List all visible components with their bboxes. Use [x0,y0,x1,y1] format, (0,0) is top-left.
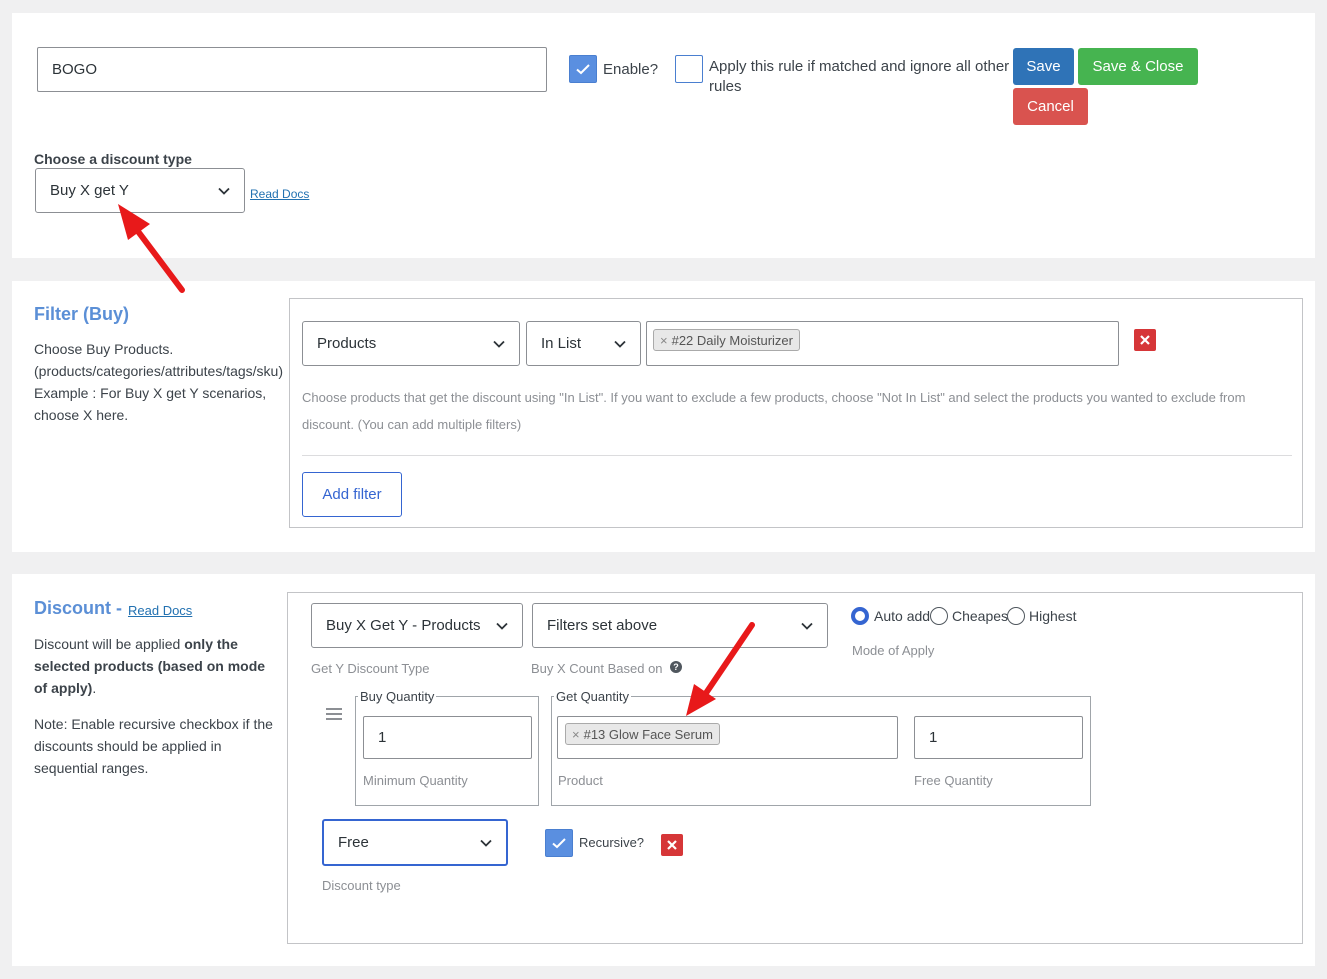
discount-panel: Discount - Read Docs Discount will be ap… [12,574,1315,966]
count-based-help: Buy X Count Based on [531,661,663,676]
discount-desc-suffix: . [92,680,97,696]
discount-note: Note: Enable recursive checkbox if the d… [34,716,273,776]
add-filter-button[interactable]: Add filter [302,472,402,517]
discount-type-label: Choose a discount type [34,151,192,167]
buy-quantity-input[interactable]: 1 [363,716,532,759]
free-quantity-help: Free Quantity [914,773,993,788]
remove-tag-icon[interactable]: × [660,333,668,348]
get-product-input[interactable]: × #13 Glow Face Serum [557,716,898,759]
get-y-type-value: Buy X Get Y - Products [326,617,481,634]
product-tag[interactable]: × #13 Glow Face Serum [565,723,720,745]
filter-type-value: Products [317,335,377,352]
product-tag-label: #13 Glow Face Serum [583,726,713,742]
exclusive-checkbox[interactable] [675,55,703,83]
discount-title: Discount - [34,598,122,618]
enable-checkbox[interactable] [569,55,597,83]
buy-quantity-help: Minimum Quantity [363,773,468,788]
count-based-select[interactable]: Filters set above [532,603,828,648]
enable-label: Enable? [603,61,659,78]
filter-description: Choose Buy Products. (products/categorie… [34,338,289,426]
divider [302,455,1292,456]
chevron-down-icon [801,622,813,630]
discount-description: Discount will be applied only the select… [34,633,274,699]
remove-tag-icon[interactable]: × [572,727,580,742]
discount-type-value: Free [338,834,369,851]
get-y-type-select[interactable]: Buy X Get Y - Products [311,603,523,648]
filter-products-input[interactable]: × #22 Daily Moisturizer [646,321,1119,366]
get-y-type-help: Get Y Discount Type [311,661,430,676]
check-icon [552,838,566,849]
recursive-checkbox[interactable] [545,829,573,857]
discount-type-select[interactable]: Buy X get Y [35,168,245,213]
rule-name-input[interactable]: BOGO [37,47,547,92]
cancel-button[interactable]: Cancel [1013,88,1088,125]
filter-method-select[interactable]: In List [526,321,641,366]
buy-quantity-legend: Buy Quantity [360,689,435,704]
chevron-down-icon [493,340,505,348]
save-close-button[interactable]: Save & Close [1078,48,1198,85]
product-tag[interactable]: × #22 Daily Moisturizer [653,329,800,351]
chevron-down-icon [614,340,626,348]
chevron-down-icon [480,839,492,847]
filter-desc-line: Example : For Buy X get Y scenarios, [34,385,267,401]
drag-handle-icon[interactable] [325,707,343,721]
close-icon [667,840,677,850]
close-icon [1140,335,1150,345]
buy-quantity-value: 1 [378,729,387,746]
filter-panel: Filter (Buy) Choose Buy Products. (produ… [12,281,1315,552]
free-quantity-value: 1 [929,729,938,746]
filter-desc-line: Choose Buy Products. [34,341,174,357]
filter-help-text: Choose products that get the discount us… [302,390,1246,432]
filter-type-select[interactable]: Products [302,321,520,366]
discount-desc-prefix: Discount will be applied [34,636,185,652]
mode-label-cheapest: Cheapest [952,608,1012,624]
mode-help: Mode of Apply [852,643,935,658]
chevron-down-icon [218,187,230,195]
discount-type-help: Discount type [322,878,401,893]
help-icon[interactable]: ? [670,661,682,673]
remove-filter-button[interactable] [1134,329,1156,351]
get-product-help: Product [558,773,603,788]
mode-radio-highest[interactable] [1007,607,1025,625]
get-quantity-legend: Get Quantity [556,689,629,704]
count-based-value: Filters set above [547,617,658,634]
mode-label-auto-add: Auto add [874,608,931,624]
discount-type-value: Buy X get Y [50,182,129,199]
free-quantity-input[interactable]: 1 [914,716,1083,759]
chevron-down-icon [496,622,508,630]
discount-box: Buy X Get Y - Products Get Y Discount Ty… [287,592,1303,944]
read-docs-link[interactable]: Read Docs [250,187,309,201]
rule-settings-panel: BOGO Enable? Apply this rule if matched … [12,13,1315,258]
filter-method-value: In List [541,335,582,352]
mode-radio-cheapest[interactable] [930,607,948,625]
mode-radio-auto-add[interactable] [851,607,869,625]
remove-range-button[interactable] [661,834,683,856]
filter-desc-line: choose X here. [34,407,129,423]
discount-read-docs-link[interactable]: Read Docs [128,603,192,618]
filter-box: Products In List × #22 Daily Moisturizer… [289,298,1303,528]
mode-label-highest: Highest [1029,608,1077,624]
check-icon [576,64,590,75]
discount-type-select[interactable]: Free [322,819,508,866]
rule-name-value: BOGO [52,61,98,78]
product-tag-label: #22 Daily Moisturizer [671,332,793,348]
exclusive-label: Apply this rule if matched and ignore al… [709,58,1010,95]
filter-desc-line: (products/categories/attributes/tags/sku… [34,363,284,379]
recursive-label: Recursive? [579,835,645,850]
filter-title: Filter (Buy) [34,304,130,324]
save-button[interactable]: Save [1013,48,1074,85]
